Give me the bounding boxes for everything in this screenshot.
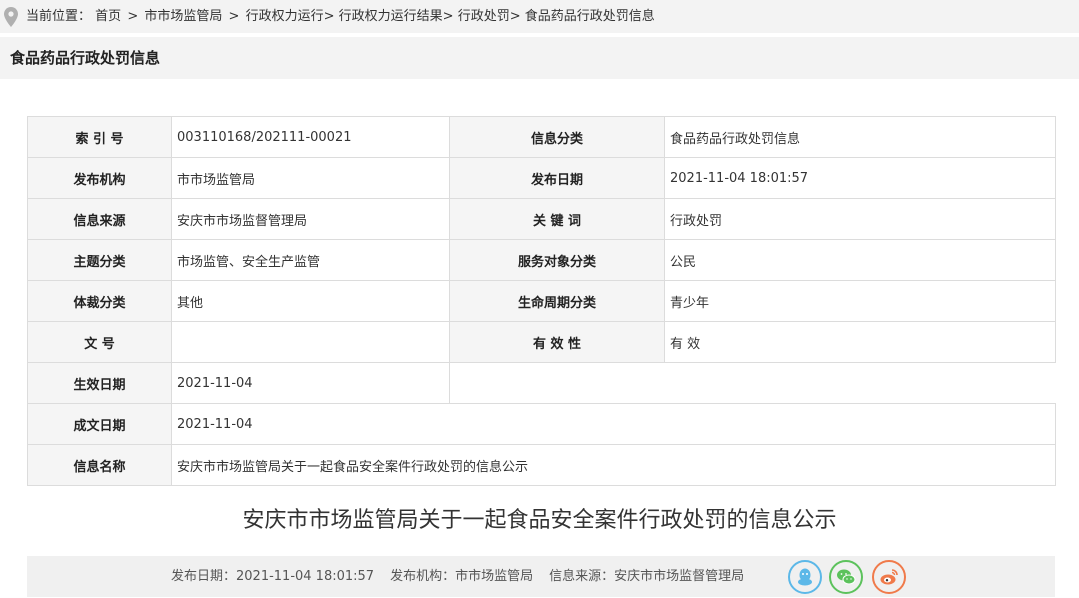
share-qq-button[interactable] xyxy=(788,560,822,594)
breadcrumb-separator: > xyxy=(442,9,454,24)
index-no-label: 索 引 号 xyxy=(27,116,172,158)
table-row: 发布机构 市市场监管局 发布日期 2021-11-04 18:01:57 xyxy=(27,157,1056,199)
table-row: 主题分类 市场监管、安全生产监管 服务对象分类 公民 xyxy=(27,239,1056,281)
keywords-value: 行政处罚 xyxy=(664,198,1056,240)
empty-cell xyxy=(449,362,1056,404)
table-row: 生效日期 2021-11-04 xyxy=(27,362,1056,404)
genre-value: 其他 xyxy=(171,280,450,322)
source-label: 信息来源 xyxy=(27,198,172,240)
table-row: 成文日期 2021-11-04 xyxy=(27,403,1056,445)
source-value: 安庆市市场监督管理局 xyxy=(171,198,450,240)
wechat-icon xyxy=(837,569,856,585)
validity-label: 有 效 性 xyxy=(449,321,665,363)
category-label: 信息分类 xyxy=(449,116,665,158)
category-value: 食品药品行政处罚信息 xyxy=(664,116,1056,158)
share-weibo-button[interactable] xyxy=(872,560,906,594)
lifecycle-label: 生命周期分类 xyxy=(449,280,665,322)
written-date-value: 2021-11-04 xyxy=(171,403,1056,445)
breadcrumb-prefix: 当前位置： xyxy=(26,9,92,24)
table-row: 文 号 有 效 性 有 效 xyxy=(27,321,1056,363)
breadcrumb: 当前位置： 首页 > 市市场监管局 > 行政权力运行> 行政权力运行结果> 行政… xyxy=(0,0,1079,33)
article-meta-bar: 发布日期：2021-11-04 18:01:57 发布机构：市市场监管局 信息来源：… xyxy=(27,556,1055,597)
index-no-value: 003110168/202111-00021 xyxy=(171,116,450,158)
table-row: 信息来源 安庆市市场监督管理局 关 键 词 行政处罚 xyxy=(27,198,1056,240)
breadcrumb-item-admin-power-results[interactable]: 行政权力运行结果 xyxy=(339,9,443,24)
validity-value: 有 效 xyxy=(664,321,1056,363)
breadcrumb-separator: > xyxy=(509,9,521,24)
breadcrumb-separator: > xyxy=(323,9,335,24)
meta-source: 信息来源：安庆市市场监督管理局 xyxy=(549,569,745,584)
written-date-label: 成文日期 xyxy=(27,403,172,445)
publisher-label: 发布机构 xyxy=(27,157,172,199)
doc-no-value xyxy=(171,321,450,363)
page-title-bar: 食品药品行政处罚信息 xyxy=(0,37,1079,79)
effective-date-value: 2021-11-04 xyxy=(171,362,450,404)
breadcrumb-separator: > xyxy=(127,9,139,24)
qq-icon xyxy=(798,568,812,586)
share-wechat-button[interactable] xyxy=(829,560,863,594)
genre-label: 体裁分类 xyxy=(27,280,172,322)
publish-date-label: 发布日期 xyxy=(449,157,665,199)
topic-label: 主题分类 xyxy=(27,239,172,281)
meta-publish-date: 发布日期：2021-11-04 18:01:57 xyxy=(171,569,375,584)
info-name-label: 信息名称 xyxy=(27,444,172,486)
breadcrumb-item-penalty[interactable]: 行政处罚 xyxy=(458,9,510,24)
doc-no-label: 文 号 xyxy=(27,321,172,363)
page-title: 食品药品行政处罚信息 xyxy=(10,49,161,67)
table-row: 信息名称 安庆市市场监管局关于一起食品安全案件行政处罚的信息公示 xyxy=(27,444,1056,486)
info-name-value: 安庆市市场监管局关于一起食品安全案件行政处罚的信息公示 xyxy=(171,444,1056,486)
info-table: 索 引 号 003110168/202111-00021 信息分类 食品药品行政… xyxy=(27,116,1056,486)
keywords-label: 关 键 词 xyxy=(449,198,665,240)
breadcrumb-item-home[interactable]: 首页 xyxy=(95,9,121,24)
table-row: 体裁分类 其他 生命周期分类 青少年 xyxy=(27,280,1056,322)
table-row: 索 引 号 003110168/202111-00021 信息分类 食品药品行政… xyxy=(27,116,1056,158)
breadcrumb-item-bureau[interactable]: 市市场监管局 xyxy=(144,9,222,24)
publisher-value: 市市场监管局 xyxy=(171,157,450,199)
breadcrumb-separator: > xyxy=(228,9,240,24)
breadcrumb-item-food-drug-penalty[interactable]: 食品药品行政处罚信息 xyxy=(525,9,655,24)
weibo-icon xyxy=(880,569,898,585)
location-pin-icon xyxy=(4,7,18,27)
lifecycle-value: 青少年 xyxy=(664,280,1056,322)
breadcrumb-item-admin-power[interactable]: 行政权力运行 xyxy=(246,9,324,24)
article-heading: 安庆市市场监管局关于一起食品安全案件行政处罚的信息公示 xyxy=(242,508,837,533)
audience-value: 公民 xyxy=(664,239,1056,281)
publish-date-value: 2021-11-04 18:01:57 xyxy=(664,157,1056,199)
topic-value: 市场监管、安全生产监管 xyxy=(171,239,450,281)
audience-label: 服务对象分类 xyxy=(449,239,665,281)
effective-date-label: 生效日期 xyxy=(27,362,172,404)
meta-publisher: 发布机构：市市场监管局 xyxy=(390,569,534,584)
